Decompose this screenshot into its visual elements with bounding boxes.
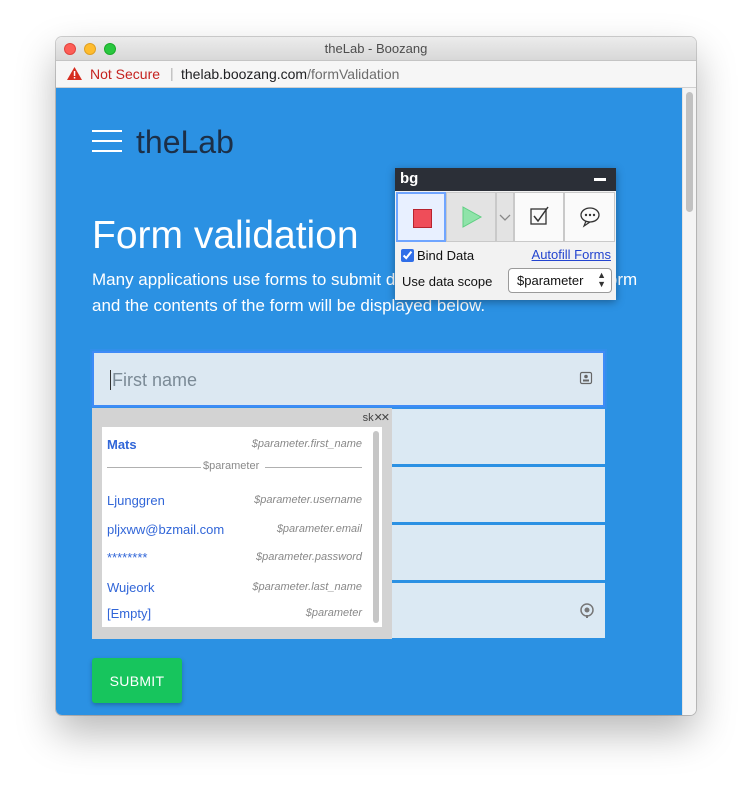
play-options-dropdown[interactable] [496,192,514,242]
window-title: theLab - Boozang [324,41,428,56]
boozang-logo: bg [400,170,419,187]
suggestion-label: ******** [107,550,148,565]
suggestion-item[interactable]: [Empty] $parameter [107,606,362,624]
autofill-forms-link[interactable]: Autofill Forms [532,247,611,262]
site-brand[interactable]: theLab [136,124,234,161]
comment-button[interactable] [564,192,615,242]
suggestions-scrollbar[interactable] [373,431,379,623]
address-separator: | [170,65,174,81]
data-scope-value: $parameter [517,273,584,288]
suggestion-item[interactable]: pljxww@bzmail.com $parameter.email [107,522,362,540]
suggestion-label: [Empty] [107,606,152,621]
suggestion-label: Mats [107,437,137,452]
url-path: /formValidation [307,66,400,82]
data-scope-label: Use data scope [402,274,493,289]
suggestion-item[interactable]: ******** $parameter.password [107,550,362,568]
browser-window: theLab - Boozang Not Secure | thelab.boo… [56,37,696,715]
bind-data-label: Bind Data [417,248,475,263]
speech-bubble-icon [580,207,600,228]
minimize-icon[interactable] [594,178,606,181]
page-scrollbar[interactable] [682,88,696,715]
suggestion-path: $parameter.email [276,523,362,535]
data-scope-select[interactable]: $parameter ▲ ▼ [508,268,612,293]
boozang-toolbar: bg Bind Data Autofill Forms Use data sco… [395,168,616,300]
scope-divider: $parameter [107,460,362,474]
suggestion-label: Wujeork [107,580,155,595]
menu-icon[interactable] [92,130,122,154]
text-cursor [110,370,111,390]
first-name-field[interactable] [92,351,605,407]
suggestion-path: $parameter.password [256,551,362,563]
suggestion-path: $parameter.first_name [251,438,362,450]
title-bar: theLab - Boozang [56,37,696,61]
stop-recording-button[interactable] [396,192,446,242]
suggestion-path: $parameter.username [254,494,362,506]
suggestion-path: $parameter.last_name [252,581,362,593]
url-domain: thelab.boozang.com [181,66,308,82]
suggestion-item[interactable]: Mats $parameter.first_name [107,437,362,455]
suggestion-item[interactable]: Wujeork $parameter.last_name [107,580,362,598]
select-arrows-icon: ▲ ▼ [597,270,606,289]
submit-button[interactable]: SUBMIT [92,658,182,703]
url-text[interactable]: thelab.boozang.com/formValidation [181,66,399,82]
warning-icon [67,67,82,80]
validation-button[interactable] [514,192,564,242]
close-icon[interactable]: ✕✕ [374,412,391,424]
scope-divider-label: $parameter [203,460,260,472]
contact-card-icon[interactable] [579,371,593,385]
suggestion-label: pljxww@bzmail.com [107,522,225,537]
stop-icon [413,209,432,228]
password-reveal-icon[interactable] [579,602,595,618]
page-title: Form validation [92,214,359,257]
suggestions-list[interactable]: Mats $parameter.first_name $parameter Lj… [102,427,382,627]
checkbox-check-icon [530,206,549,225]
address-bar[interactable]: Not Secure | thelab.boozang.com/formVali… [56,61,696,88]
bind-data-checkbox[interactable]: Bind Data [401,248,474,263]
suggestion-label: Ljunggren [107,493,165,508]
play-button[interactable] [446,192,496,242]
chevron-down-icon [499,214,511,221]
first-name-input[interactable] [110,353,554,407]
autofill-suggestions-panel: sk✕✕ Mats $parameter.first_name $paramet… [92,408,392,639]
suggestion-path: $parameter [305,607,362,619]
security-status[interactable]: Not Secure [90,66,160,82]
scrollbar-thumb[interactable] [686,92,693,212]
page-content: theLab Form validation Many applications… [56,88,682,715]
suggestions-header-text: sk [362,412,374,424]
suggestions-header: sk✕✕ [362,411,391,424]
bind-data-check[interactable] [401,249,414,262]
play-icon [462,206,483,228]
suggestion-item[interactable]: Ljunggren $parameter.username [107,493,362,511]
toolbar-header[interactable]: bg [395,168,616,191]
